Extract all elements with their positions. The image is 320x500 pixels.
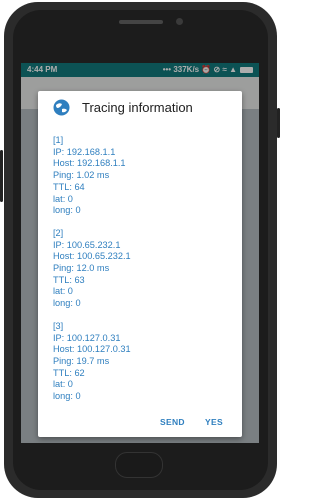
hop-ttl: TTL: 64 bbox=[53, 181, 85, 192]
front-camera bbox=[176, 18, 183, 25]
hop-long: long: 0 bbox=[53, 205, 81, 216]
dialog-actions: SEND YES bbox=[38, 405, 242, 437]
hop-lat: lat: 0 bbox=[53, 379, 73, 390]
hop-ping: Ping: 12.0 ms bbox=[53, 263, 110, 274]
hop-long: long: 0 bbox=[53, 391, 81, 402]
tracing-dialog: Tracing information [1] IP: 192.168.1.1 … bbox=[38, 91, 242, 437]
hop-host: Host: 100.65.232.1 bbox=[53, 251, 131, 262]
hop-ip: IP: 100.65.232.1 bbox=[53, 239, 121, 250]
hop-lat: lat: 0 bbox=[53, 286, 73, 297]
hop-long: long: 0 bbox=[53, 298, 81, 309]
list-item: [2] IP: 100.65.232.1 Host: 100.65.232.1 … bbox=[53, 228, 238, 310]
yes-button[interactable]: YES bbox=[205, 417, 223, 427]
hop-ttl: TTL: 63 bbox=[53, 274, 85, 285]
list-item: [3] IP: 100.127.0.31 Host: 100.127.0.31 … bbox=[53, 321, 238, 403]
hop-ping: Ping: 19.7 ms bbox=[53, 355, 110, 366]
hop-index: [1] bbox=[53, 135, 64, 145]
hop-ttl: TTL: 62 bbox=[53, 367, 85, 378]
send-button[interactable]: SEND bbox=[160, 417, 185, 427]
hop-host: Host: 192.168.1.1 bbox=[53, 158, 126, 169]
tracing-entries: [1] IP: 192.168.1.1 Host: 192.168.1.1 Pi… bbox=[53, 135, 238, 414]
hop-index: [3] bbox=[53, 320, 64, 331]
hop-host: Host: 100.127.0.31 bbox=[53, 344, 131, 355]
globe-icon bbox=[53, 99, 70, 116]
hop-ip: IP: 100.127.0.31 bbox=[53, 332, 121, 343]
speaker-grille bbox=[119, 20, 163, 24]
hop-ping: Ping: 1.02 ms bbox=[53, 170, 110, 181]
hop-ip: IP: 192.168.1.1 bbox=[53, 146, 116, 157]
power-button bbox=[277, 108, 280, 138]
hop-lat: lat: 0 bbox=[53, 193, 73, 204]
volume-button bbox=[0, 150, 3, 202]
dialog-title: Tracing information bbox=[82, 100, 193, 115]
hop-index: [2] bbox=[53, 227, 64, 238]
device-screen: 4:44 PM ••• 337K/s ⏰ ⊘ ≈ ▲ Tracing infor… bbox=[21, 63, 259, 443]
home-button[interactable] bbox=[115, 452, 163, 478]
list-item: [1] IP: 192.168.1.1 Host: 192.168.1.1 Pi… bbox=[53, 135, 238, 217]
